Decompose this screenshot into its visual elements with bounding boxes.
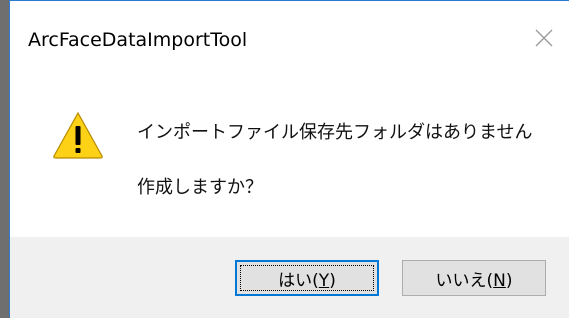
no-label: いいえ(N) xyxy=(435,270,513,291)
no-button[interactable]: いいえ(N) xyxy=(402,260,546,296)
message-dialog: ArcFaceDataImportTool インポートファイル保存先フォルダはあ… xyxy=(9,0,569,318)
dialog-content: インポートファイル保存先フォルダはありません 作成しますか？ xyxy=(10,79,569,237)
warning-icon xyxy=(53,111,103,159)
title-bar: ArcFaceDataImportTool xyxy=(10,1,569,79)
button-bar: はい(Y) いいえ(N) xyxy=(10,237,569,318)
message-line-2: 作成しますか？ xyxy=(137,177,263,198)
dialog-title: ArcFaceDataImportTool xyxy=(28,29,248,51)
close-button[interactable] xyxy=(529,23,559,53)
yes-label: はい(Y) xyxy=(278,270,336,291)
yes-button[interactable]: はい(Y) xyxy=(235,260,379,296)
close-icon xyxy=(535,29,553,47)
message-line-1: インポートファイル保存先フォルダはありません xyxy=(137,122,533,143)
